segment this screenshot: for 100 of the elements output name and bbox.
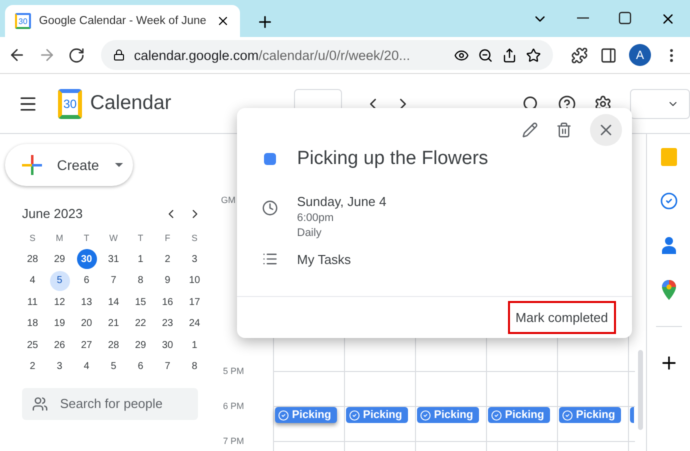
calendar-day[interactable]: 15 — [130, 292, 150, 312]
side-panel-icon[interactable] — [600, 46, 617, 64]
event-title: Picking up the Flowers — [297, 148, 490, 170]
hour-label: 5 PM — [222, 366, 246, 376]
calendar-day[interactable]: 10 — [184, 270, 204, 291]
calendar-day[interactable]: 16 — [158, 292, 178, 312]
calendar-day[interactable]: 28 — [104, 335, 124, 356]
new-tab-icon[interactable] — [256, 13, 274, 31]
calendar-day[interactable]: 27 — [76, 335, 96, 356]
calendar-day[interactable]: 29 — [130, 335, 150, 356]
calendar-day[interactable]: 13 — [76, 292, 96, 312]
event-chip[interactable]: Picking — [488, 407, 550, 423]
eye-icon[interactable] — [454, 48, 469, 62]
calendar-day[interactable]: 22 — [130, 314, 150, 334]
share-icon[interactable] — [502, 48, 517, 62]
people-search-field[interactable]: Search for people — [22, 388, 198, 420]
reload-icon[interactable] — [68, 46, 85, 64]
calendar-day[interactable]: 1 — [130, 249, 150, 270]
calendar-day[interactable]: 31 — [104, 249, 124, 270]
app-title: Calendar — [90, 92, 172, 115]
puzzle-icon[interactable] — [571, 46, 588, 64]
calendar-day[interactable]: 1 — [184, 335, 204, 356]
browser-tab[interactable]: 30 Google Calendar - Week of June — [5, 5, 240, 37]
time-slot[interactable]: Picking — [486, 406, 557, 441]
check-circle-icon — [349, 410, 360, 420]
profile-avatar[interactable]: A — [629, 44, 651, 66]
calendar-day[interactable]: 5 — [104, 356, 124, 377]
close-icon[interactable] — [216, 14, 230, 28]
calendar-day[interactable]: 5 — [50, 270, 70, 291]
event-chip[interactable]: Picking — [346, 407, 408, 423]
calendar-logo: 30 — [58, 88, 82, 118]
calendar-day[interactable]: 30 — [158, 335, 178, 356]
calendar-day[interactable]: 14 — [104, 292, 124, 312]
calendar-day[interactable]: 4 — [76, 356, 96, 377]
calendar-day[interactable]: 3 — [50, 356, 70, 377]
calendar-day[interactable]: 8 — [184, 356, 204, 377]
calendar-day[interactable]: 12 — [50, 292, 70, 312]
event-chip[interactable]: Picking — [275, 407, 337, 423]
maximize-icon[interactable] — [618, 10, 632, 24]
calendar-day[interactable]: 4 — [22, 270, 42, 291]
delete-icon[interactable] — [556, 122, 572, 138]
task-list-name: My Tasks — [297, 252, 352, 266]
calendar-day[interactable]: 23 — [158, 314, 178, 334]
calendar-day[interactable]: 28 — [22, 249, 42, 270]
address-bar[interactable]: calendar.google.com/calendar/u/0/r/week/20... — [101, 40, 553, 70]
forward-icon[interactable] — [38, 46, 56, 64]
calendar-day[interactable]: 29 — [50, 249, 70, 270]
caret-icon — [115, 163, 123, 167]
back-icon[interactable] — [8, 46, 26, 64]
timezone-label: GM — [221, 195, 236, 205]
weekday-label: S — [191, 232, 198, 243]
create-button[interactable]: Create — [5, 144, 133, 186]
weekday-label: M — [56, 232, 64, 243]
calendar-day[interactable]: 26 — [50, 335, 70, 356]
time-slot[interactable]: Picking — [557, 406, 628, 441]
calendar-day[interactable]: 17 — [184, 292, 204, 312]
list-icon — [262, 251, 278, 267]
calendar-day[interactable]: 25 — [22, 335, 42, 356]
time-slot[interactable] — [628, 406, 635, 441]
close-button[interactable] — [590, 114, 622, 146]
mark-completed-button[interactable]: Mark completed — [508, 301, 616, 334]
time-slot[interactable]: Picking — [344, 406, 415, 441]
calendar-day[interactable]: 7 — [158, 356, 178, 377]
calendar-day[interactable]: 21 — [104, 314, 124, 334]
event-recurrence: Daily — [297, 227, 322, 239]
tasks-icon[interactable] — [660, 192, 678, 210]
calendar-day[interactable]: 7 — [104, 270, 124, 291]
calendar-day[interactable]: 9 — [158, 270, 178, 291]
check-circle-icon — [562, 410, 573, 420]
color-square — [264, 153, 276, 165]
edit-icon[interactable] — [522, 122, 538, 138]
bookmark-star-icon[interactable] — [526, 48, 541, 62]
weekday-label: T — [138, 232, 144, 243]
map-pin-icon[interactable] — [662, 280, 676, 300]
plus-icon — [21, 154, 43, 176]
calendar-day[interactable]: 11 — [22, 292, 42, 312]
calendar-day[interactable]: 2 — [158, 249, 178, 270]
calendar-day[interactable]: 6 — [76, 270, 96, 291]
person-icon[interactable] — [662, 236, 676, 254]
event-chip[interactable] — [630, 407, 634, 423]
calendar-day[interactable]: 18 — [22, 314, 42, 334]
calendar-day[interactable]: 3 — [184, 249, 204, 270]
event-date: Sunday, June 4 — [297, 194, 388, 209]
weekday-label: T — [84, 232, 90, 243]
calendar-day[interactable]: 30 — [76, 249, 96, 270]
calendar-day[interactable]: 19 — [50, 314, 70, 334]
event-chip[interactable]: Picking — [559, 407, 621, 423]
time-slot[interactable]: Picking — [415, 406, 486, 441]
time-slot[interactable]: Picking — [273, 406, 344, 441]
weekday-label: W — [109, 232, 118, 243]
calendar-day[interactable]: 6 — [130, 356, 150, 377]
calendar-day[interactable]: 24 — [184, 314, 204, 334]
scrollbar-thumb[interactable] — [638, 350, 643, 430]
zoom-out-icon[interactable] — [478, 48, 493, 62]
calendar-day[interactable]: 20 — [76, 314, 96, 334]
calendar-day[interactable]: 8 — [130, 270, 150, 291]
calendar-day[interactable]: 2 — [22, 356, 42, 377]
clock-icon — [262, 200, 278, 216]
event-chip[interactable]: Picking — [417, 407, 479, 423]
month-label: June 2023 — [22, 206, 84, 221]
